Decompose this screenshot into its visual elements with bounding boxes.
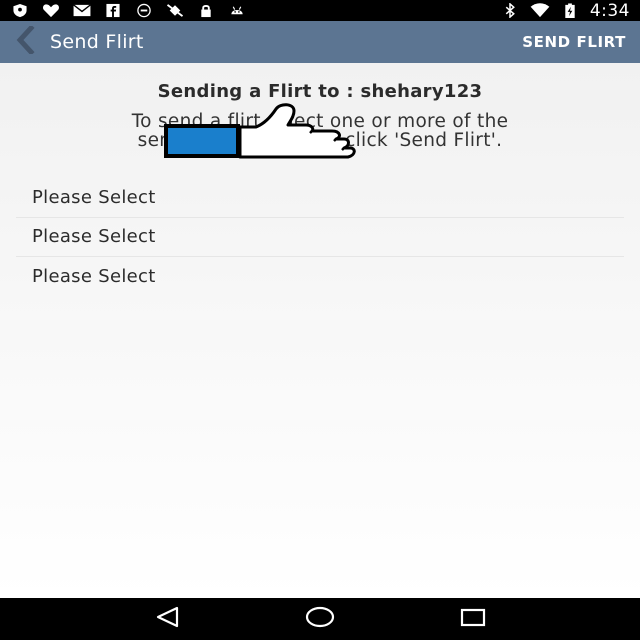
status-time: 4:34	[589, 0, 630, 21]
send-flirt-button[interactable]: SEND FLIRT	[522, 33, 626, 51]
app-bar: Send Flirt SEND FLIRT	[0, 21, 640, 63]
nav-recents-button[interactable]	[453, 604, 493, 634]
android-icon	[227, 4, 247, 18]
thumbs-up-icon	[160, 103, 385, 159]
nav-back-button[interactable]	[147, 604, 187, 634]
back-button[interactable]	[6, 21, 46, 63]
back-triangle-icon	[153, 605, 181, 633]
mail-icon	[72, 4, 92, 18]
heart-icon	[41, 4, 61, 18]
chevron-left-icon	[15, 24, 37, 58]
main-content: Sending a Flirt to : shehary123 To send …	[0, 63, 640, 598]
home-circle-icon	[305, 605, 335, 633]
page-title: Send Flirt	[50, 31, 144, 53]
send-heading: Sending a Flirt to : shehary123	[157, 81, 483, 102]
sentence-select-1[interactable]: Please Select	[16, 178, 624, 218]
sentence-select-2[interactable]: Please Select	[16, 218, 624, 257]
wifi-icon	[530, 3, 550, 18]
facebook-icon	[103, 3, 123, 18]
bluetooth-icon	[500, 3, 520, 18]
navigation-bar	[0, 598, 640, 640]
nav-home-button[interactable]	[300, 604, 340, 634]
status-icons-left	[10, 3, 247, 18]
battery-icon	[560, 3, 580, 18]
status-icons-right: 4:34	[500, 1, 630, 21]
shield-icon	[10, 3, 30, 18]
status-bar: 4:34	[0, 0, 640, 21]
sentence-select-3[interactable]: Please Select	[16, 257, 624, 297]
lock-icon	[196, 4, 216, 18]
sentence-select-list: Please Select Please Select Please Selec…	[16, 178, 624, 297]
recents-square-icon	[459, 605, 487, 633]
no-satellite-icon	[165, 4, 185, 18]
settings-circle-icon	[134, 3, 154, 18]
